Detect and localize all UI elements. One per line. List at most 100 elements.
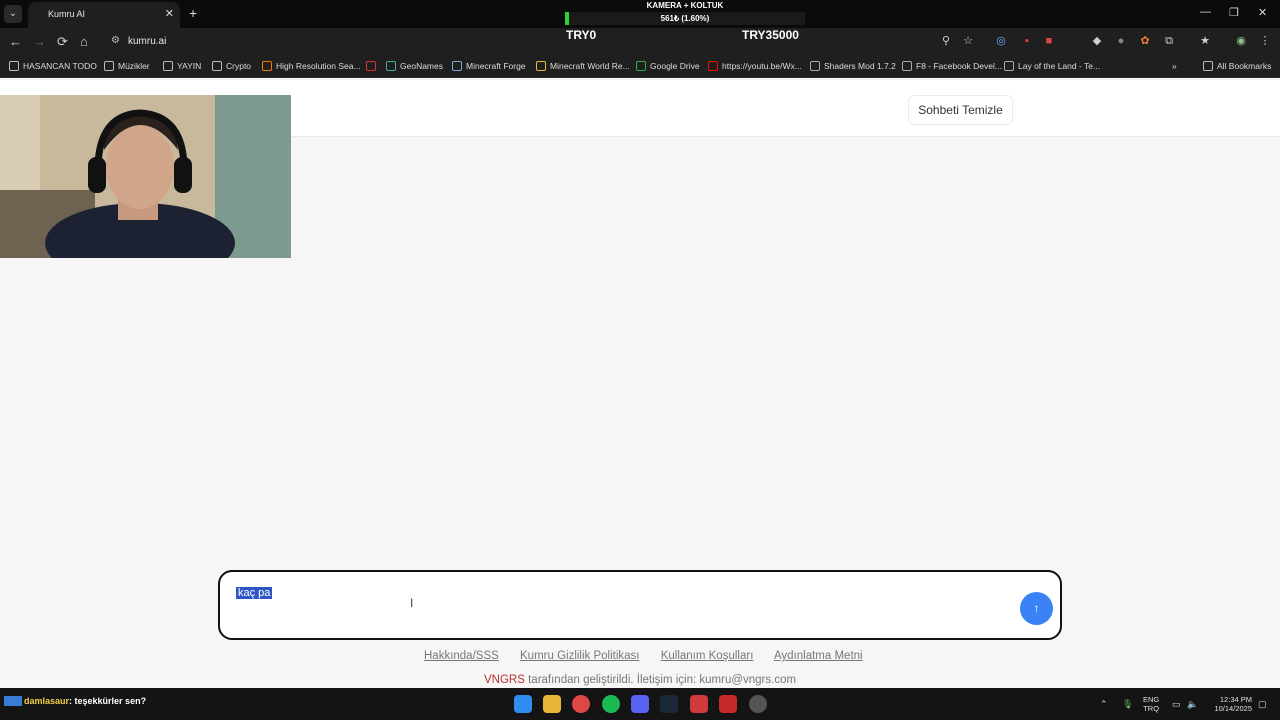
clock-time: 12:34 PM bbox=[1219, 695, 1252, 704]
bookmark-item[interactable]: Minecraft World Re... bbox=[536, 61, 630, 73]
goal-min-label: TRY0 bbox=[566, 28, 597, 42]
spotify-icon[interactable] bbox=[602, 695, 620, 713]
bookmark-label: Minecraft Forge bbox=[466, 61, 526, 71]
bookmark-item[interactable]: Müzikler bbox=[104, 61, 150, 73]
chat-input-box[interactable]: kaç pa I ↑ bbox=[218, 570, 1062, 640]
bookmark-label: https://youtu.be/Wx... bbox=[722, 61, 802, 71]
text-cursor-icon: I bbox=[410, 596, 414, 610]
language-indicator[interactable]: ENG TRQ bbox=[1143, 695, 1159, 713]
extension-icon[interactable]: ■ bbox=[1043, 35, 1055, 47]
bookmark-label: HASANCAN TODO bbox=[23, 61, 97, 71]
taskbar: damlasaur: teşekkürler sen? ⌃ 🎙 ENG TRQ … bbox=[0, 688, 1280, 720]
steam-icon[interactable] bbox=[660, 695, 678, 713]
bookmarks-sidebar-icon[interactable]: ★ bbox=[1199, 35, 1211, 47]
folder-icon bbox=[212, 61, 222, 71]
forge-icon bbox=[452, 61, 462, 71]
extensions-puzzle-icon[interactable]: ⧉ bbox=[1163, 35, 1175, 47]
bookmark-star-icon[interactable]: ☆ bbox=[962, 35, 974, 47]
bookmarks-bar: HASANCAN TODO Müzikler YAYIN Crypto High Res… bbox=[0, 56, 1280, 78]
globe-icon bbox=[902, 61, 912, 71]
bookmark-item[interactable]: Crypto bbox=[212, 61, 251, 73]
profile-avatar[interactable]: ◉ bbox=[1235, 35, 1247, 47]
minimize-button[interactable]: — bbox=[1200, 6, 1211, 18]
bookmark-item[interactable]: High Resolution Sea... bbox=[262, 61, 361, 73]
new-tab-button[interactable]: + bbox=[189, 5, 197, 21]
bookmark-item[interactable]: HASANCAN TODO bbox=[9, 61, 97, 73]
send-button[interactable]: ↑ bbox=[1020, 592, 1053, 625]
address-bar[interactable]: ⚙ kumru.ai bbox=[104, 31, 984, 53]
tab-search-menu[interactable]: ⌄ bbox=[4, 5, 22, 23]
x-icon bbox=[366, 61, 376, 71]
extension-icon[interactable]: ● bbox=[1115, 35, 1127, 47]
app-icon[interactable] bbox=[690, 695, 708, 713]
credit-brand[interactable]: VNGRS bbox=[484, 674, 525, 686]
bookmark-item[interactable]: Google Drive bbox=[636, 61, 700, 73]
goal-progress-bar: 561₺ (1.60%) bbox=[565, 12, 805, 25]
footer-link-about[interactable]: Hakkında/SSS bbox=[424, 650, 499, 662]
network-icon[interactable]: ▭ bbox=[1172, 699, 1181, 710]
footer-link-terms[interactable]: Kullanım Koşulları bbox=[661, 650, 754, 662]
clock-date: 10/14/2025 bbox=[1214, 704, 1252, 713]
bookmark-label: F8 - Facebook Devel... bbox=[916, 61, 1002, 71]
close-window-button[interactable]: ✕ bbox=[1258, 6, 1267, 19]
bookmark-label: High Resolution Sea... bbox=[276, 61, 361, 71]
chat-input[interactable]: kaç pa bbox=[236, 587, 273, 599]
bookmark-item[interactable] bbox=[366, 61, 380, 73]
windows-start-icon[interactable] bbox=[514, 695, 532, 713]
browser-tab[interactable]: Kumru AI ✕ bbox=[28, 2, 180, 28]
geonames-icon bbox=[386, 61, 396, 71]
page-content: bet Sohbeti Temizle kaç pa I ↑ Hakkında/… bbox=[0, 80, 1280, 688]
folder-icon bbox=[9, 61, 19, 71]
blogger-icon bbox=[262, 61, 272, 71]
clear-chat-button[interactable]: Sohbeti Temizle bbox=[908, 95, 1013, 125]
bookmark-label: Müzikler bbox=[118, 61, 150, 71]
chrome-icon[interactable] bbox=[572, 695, 590, 713]
torch-icon bbox=[536, 61, 546, 71]
site-info-icon[interactable]: ⚙ bbox=[111, 35, 120, 46]
back-icon[interactable]: ← bbox=[9, 34, 22, 49]
globe-icon bbox=[810, 61, 820, 71]
menu-kebab-icon[interactable]: ⋮ bbox=[1259, 35, 1271, 47]
forward-icon[interactable]: → bbox=[33, 34, 46, 49]
app-icon[interactable] bbox=[749, 695, 767, 713]
bookmark-item[interactable]: YAYIN bbox=[163, 61, 201, 73]
app-icon[interactable] bbox=[719, 695, 737, 713]
restore-button[interactable]: ❐ bbox=[1229, 6, 1239, 19]
bookmark-item[interactable]: All Bookmarks bbox=[1203, 61, 1271, 73]
bookmark-item[interactable]: GeoNames bbox=[386, 61, 443, 73]
bookmark-label: Lay of the Land - Te... bbox=[1018, 61, 1101, 71]
footer-link-disclosure[interactable]: Aydınlatma Metni bbox=[774, 650, 863, 662]
bookmark-item[interactable]: Minecraft Forge bbox=[452, 61, 526, 73]
tray-chevron-icon[interactable]: ⌃ bbox=[1100, 699, 1108, 710]
bookmarks-overflow-icon[interactable]: » bbox=[1172, 61, 1177, 73]
extension-icon[interactable]: ◆ bbox=[1091, 35, 1103, 47]
folder-icon bbox=[104, 61, 114, 71]
bookmark-item[interactable]: Shaders Mod 1.7.2 bbox=[810, 61, 896, 73]
microphone-icon[interactable]: 🎙 bbox=[1122, 699, 1133, 710]
bookmark-label: Google Drive bbox=[650, 61, 700, 71]
tab-title: Kumru AI bbox=[48, 9, 86, 19]
footer-links: Hakkında/SSS Kumru Gizlilik Politikası K… bbox=[424, 650, 881, 662]
goal-max-label: TRY35000 bbox=[742, 28, 799, 42]
discord-icon[interactable] bbox=[631, 695, 649, 713]
bookmark-item[interactable]: Lay of the Land - Te... bbox=[1004, 61, 1100, 73]
bookmark-item[interactable]: https://youtu.be/Wx... bbox=[708, 61, 802, 73]
zoom-icon[interactable]: ⚲ bbox=[940, 35, 952, 47]
language-bottom: TRQ bbox=[1143, 704, 1160, 713]
volume-icon[interactable]: 🔈 bbox=[1187, 699, 1198, 710]
file-explorer-icon[interactable] bbox=[543, 695, 561, 713]
youtube-icon bbox=[708, 61, 718, 71]
footer-credit: VNGRS tarafından geliştirildi. İletişim … bbox=[484, 674, 796, 686]
extension-icon[interactable]: ◎ bbox=[995, 35, 1007, 47]
tab-close-icon[interactable]: ✕ bbox=[165, 7, 174, 20]
bookmark-item[interactable]: F8 - Facebook Devel... bbox=[902, 61, 1002, 73]
url-text: kumru.ai bbox=[128, 36, 167, 47]
reload-icon[interactable]: ⟳ bbox=[57, 34, 68, 50]
extension-icon[interactable]: ▪ bbox=[1021, 35, 1033, 47]
extension-icon[interactable]: ✿ bbox=[1139, 35, 1151, 47]
system-clock[interactable]: 12:34 PM 10/14/2025 bbox=[1208, 695, 1252, 713]
bookmark-label: YAYIN bbox=[177, 61, 202, 71]
footer-link-privacy[interactable]: Kumru Gizlilik Politikası bbox=[520, 650, 640, 662]
notification-icon[interactable]: ▢ bbox=[1258, 699, 1267, 710]
home-icon[interactable]: ⌂ bbox=[80, 34, 88, 49]
